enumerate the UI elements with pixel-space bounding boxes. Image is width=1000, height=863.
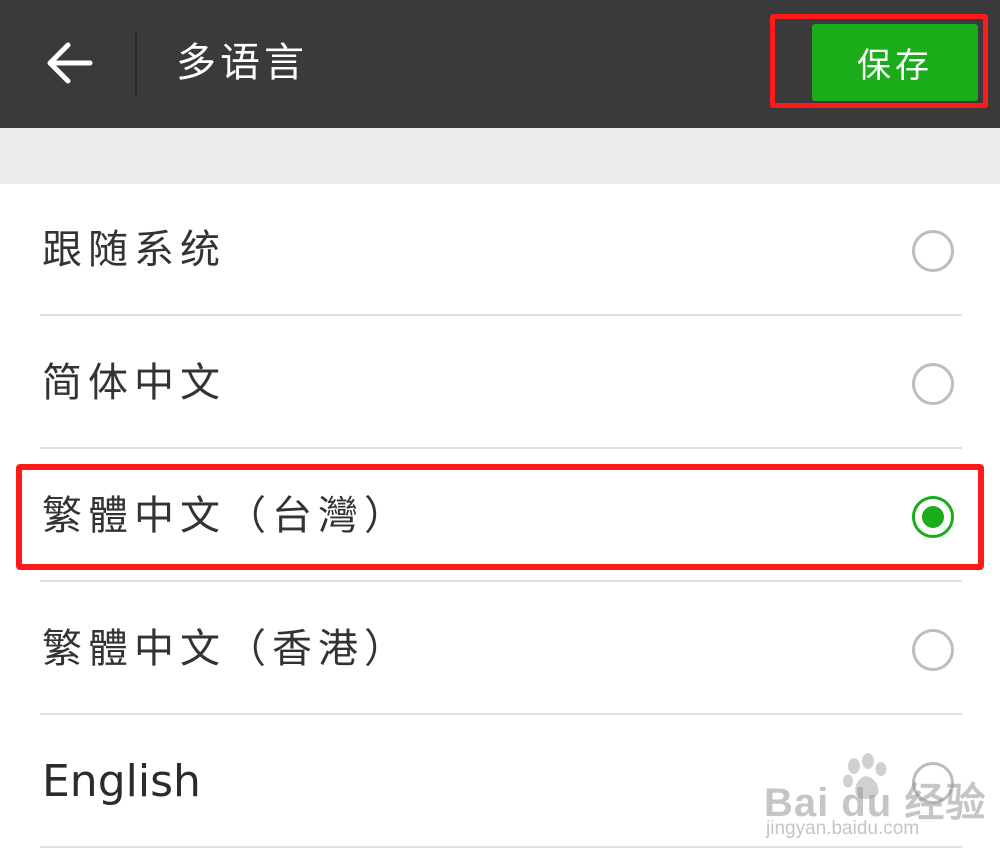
baidu-watermark: Bai du 经验 jingyan.baidu.com xyxy=(764,752,994,852)
list-divider xyxy=(40,447,962,449)
language-item-traditional-chinese-hongkong[interactable]: 繁體中文（香港） xyxy=(0,583,1000,715)
watermark-url: jingyan.baidu.com xyxy=(766,818,920,839)
page-title: 多语言 xyxy=(176,40,308,86)
language-label: English xyxy=(42,756,201,807)
back-button[interactable] xyxy=(34,28,104,98)
language-label: 跟随系统 xyxy=(42,227,226,273)
radio-unchecked-icon[interactable] xyxy=(912,230,954,272)
language-item-follow-system[interactable]: 跟随系统 xyxy=(0,184,1000,316)
list-divider xyxy=(40,314,962,316)
list-divider xyxy=(40,580,962,582)
radio-unchecked-icon[interactable] xyxy=(912,363,954,405)
section-gap xyxy=(0,128,1000,184)
language-label: 简体中文 xyxy=(42,360,226,406)
language-label: 繁體中文（香港） xyxy=(42,626,410,672)
arrow-left-icon xyxy=(47,42,93,84)
language-item-simplified-chinese[interactable]: 简体中文 xyxy=(0,317,1000,449)
save-button-highlight xyxy=(770,14,988,108)
top-bar: 多语言 保存 xyxy=(0,0,1000,128)
header-divider xyxy=(135,30,137,96)
radio-unchecked-icon[interactable] xyxy=(912,629,954,671)
list-divider xyxy=(40,713,962,715)
selected-row-highlight xyxy=(16,464,984,570)
